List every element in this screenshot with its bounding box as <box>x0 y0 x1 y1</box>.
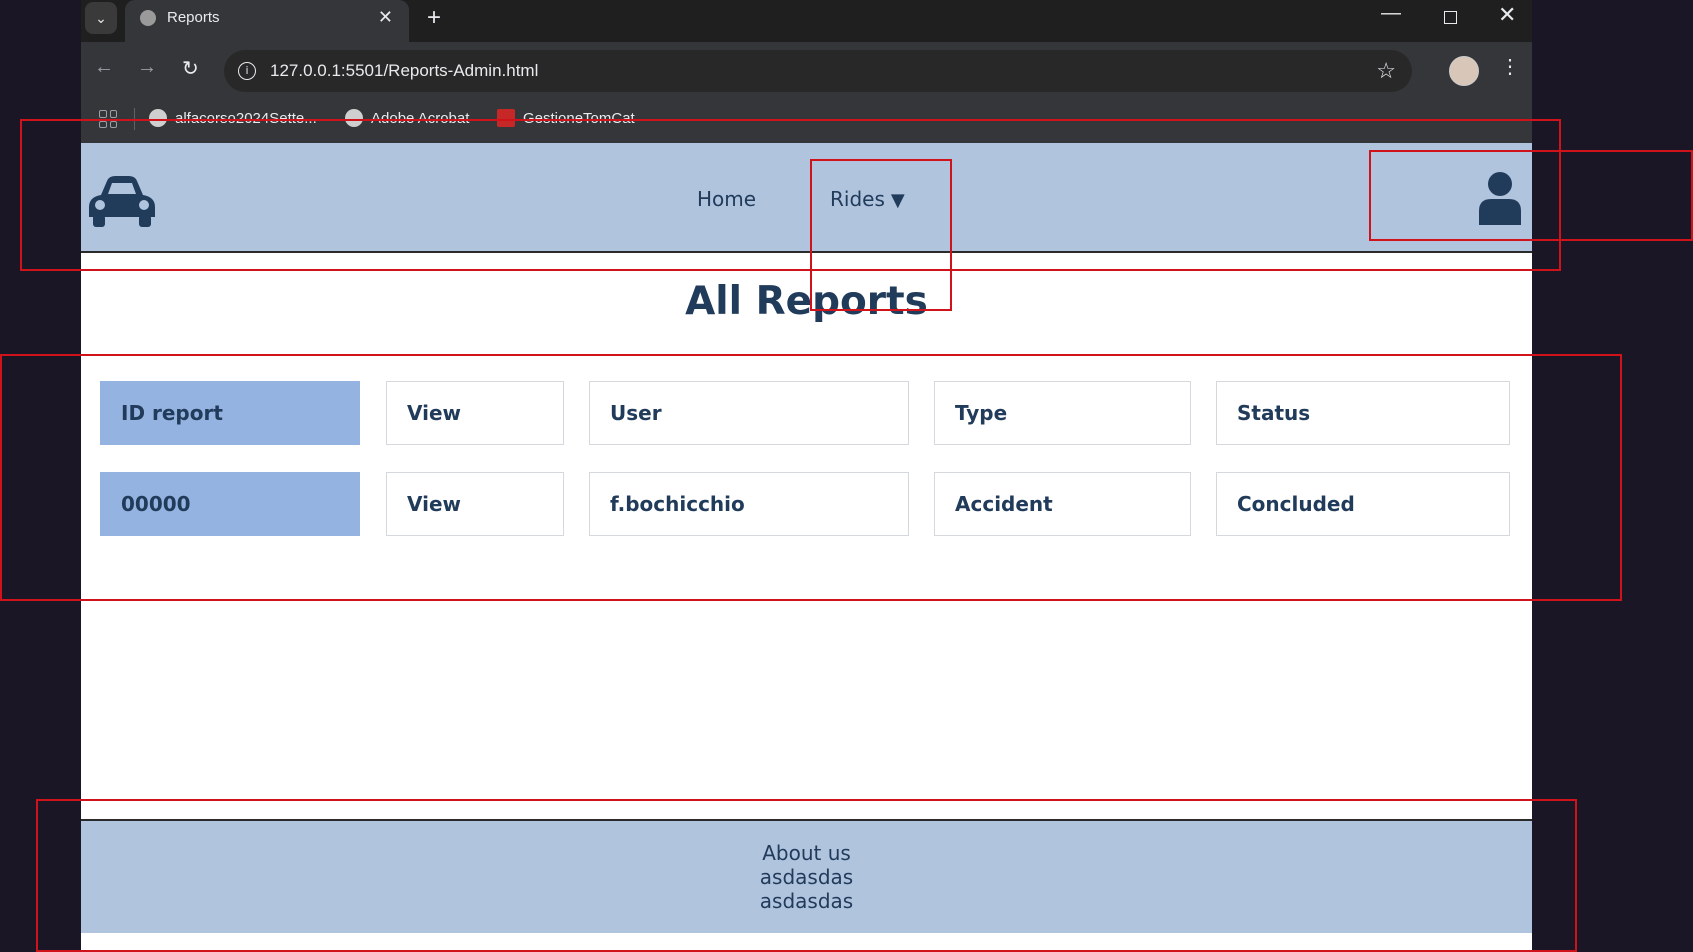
bookmark-item[interactable]: Adobe Acrobat <box>345 109 469 127</box>
bookmarks-bar: alfacorso2024Sette... Adobe Acrobat Gest… <box>81 101 1532 143</box>
forward-arrow-icon[interactable]: → <box>137 56 157 79</box>
browser-toolbar: ← → ↻ i 127.0.0.1:5501/Reports-Admin.htm… <box>81 42 1532 101</box>
reload-icon[interactable]: ↻ <box>182 56 199 81</box>
browser-window: ⌄ Reports ✕ + — ✕ ← → ↻ i 127.0.0.1:5501… <box>81 0 1532 952</box>
header-cell-id: ID report <box>100 381 360 445</box>
maximize-icon[interactable] <box>1444 11 1457 24</box>
tab-title: Reports <box>167 9 220 26</box>
tab-search-chevron-icon[interactable]: ⌄ <box>85 2 117 34</box>
bookmark-item[interactable]: GestioneTomCat <box>497 109 635 127</box>
github-icon <box>149 109 167 127</box>
apps-grid-icon[interactable] <box>99 110 117 128</box>
view-report-button[interactable]: View <box>386 472 564 536</box>
nav-home-link[interactable]: Home <box>697 187 756 211</box>
caret-down-icon: ▼ <box>890 190 905 211</box>
profile-avatar[interactable] <box>1449 56 1479 86</box>
site-footer: About us asdasdas asdasdas <box>81 819 1532 933</box>
page-title: All Reports <box>685 279 928 324</box>
car-icon[interactable] <box>87 173 157 229</box>
header-cell-status: Status <box>1216 381 1510 445</box>
url-text[interactable]: 127.0.0.1:5501/Reports-Admin.html <box>270 61 538 81</box>
cell-status: Concluded <box>1216 472 1510 536</box>
cell-report-id: 00000 <box>100 472 360 536</box>
tomcat-icon <box>497 109 515 127</box>
site-info-icon[interactable]: i <box>238 62 256 80</box>
site-header: Home Rides ▼ <box>81 143 1532 253</box>
back-arrow-icon[interactable]: ← <box>94 56 114 79</box>
window-close-icon[interactable]: ✕ <box>1498 2 1516 28</box>
header-cell-view: View <box>386 381 564 445</box>
bookmark-item[interactable]: alfacorso2024Sette... <box>149 109 317 127</box>
new-tab-plus-icon[interactable]: + <box>427 4 441 32</box>
globe-icon <box>345 109 363 127</box>
footer-about-us[interactable]: About us <box>81 841 1532 865</box>
browser-tab[interactable]: Reports ✕ <box>125 0 409 42</box>
header-cell-type: Type <box>934 381 1191 445</box>
address-bar[interactable]: i 127.0.0.1:5501/Reports-Admin.html ☆ <box>224 50 1412 92</box>
cell-user: f.bochicchio <box>589 472 909 536</box>
tab-strip: ⌄ Reports ✕ + — ✕ <box>81 0 1532 42</box>
user-icon[interactable] <box>1477 171 1523 225</box>
nav-rides-label: Rides <box>830 187 885 211</box>
globe-icon <box>140 10 156 26</box>
footer-line: asdasdas <box>759 889 854 913</box>
bookmarks-divider <box>134 108 135 130</box>
bookmark-star-icon[interactable]: ☆ <box>1376 58 1396 84</box>
cell-type: Accident <box>934 472 1191 536</box>
nav-rides-dropdown[interactable]: Rides ▼ <box>830 187 905 211</box>
header-cell-user: User <box>589 381 909 445</box>
kebab-menu-icon[interactable]: ⋮ <box>1500 54 1520 79</box>
minimize-icon[interactable]: — <box>1381 2 1401 25</box>
page-viewport: Home Rides ▼ All Reports ID report View U… <box>81 143 1532 952</box>
footer-line: asdasdas <box>759 865 854 889</box>
tab-close-icon[interactable]: ✕ <box>378 7 393 28</box>
